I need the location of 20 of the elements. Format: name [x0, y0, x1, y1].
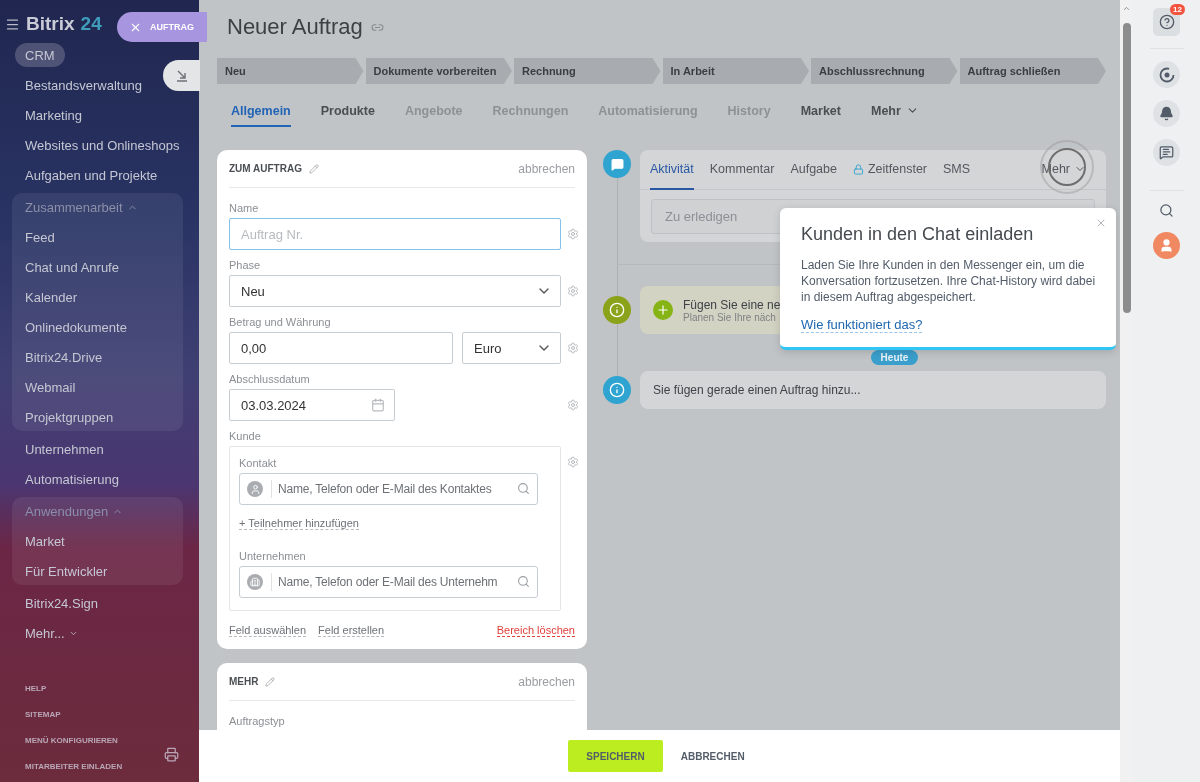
todo-subtitle: Planen Sie Ihre näch [683, 311, 777, 323]
todo-title: Fügen Sie eine ne [683, 297, 781, 312]
logo-number: 24 [80, 13, 102, 35]
info-message: Sie fügen gerade einen Auftrag hinzu... [640, 371, 1106, 409]
field-label: Kunde [229, 429, 262, 444]
logo-text: Bitrix [26, 13, 75, 35]
card-title: MEHR [229, 676, 259, 687]
notification-badge: 12 [1170, 4, 1185, 15]
page-title: Neuer Auftrag [227, 14, 363, 40]
field-label: Kontakt [239, 456, 278, 471]
field-label: Betrag und Währung [229, 315, 332, 330]
field-label: Unternehmen [239, 549, 307, 564]
popup-title: Kunden in den Chat einladen [801, 224, 1035, 245]
field-label: Auftragstyp [229, 714, 286, 729]
date-badge: Heute [870, 350, 919, 365]
card-title: ZUM AUFTRAG [229, 163, 302, 174]
field-label: Abschlussdatum [229, 372, 311, 387]
field-label: Phase [229, 258, 262, 273]
popup-text: Laden Sie Ihre Kunden in den Messenger ein, um die Konversation fortzusetzen. Ihre Chat-History wird dabei in diesem Auftrag abgespeichert. [801, 257, 1096, 305]
field-label: Name [229, 201, 260, 216]
